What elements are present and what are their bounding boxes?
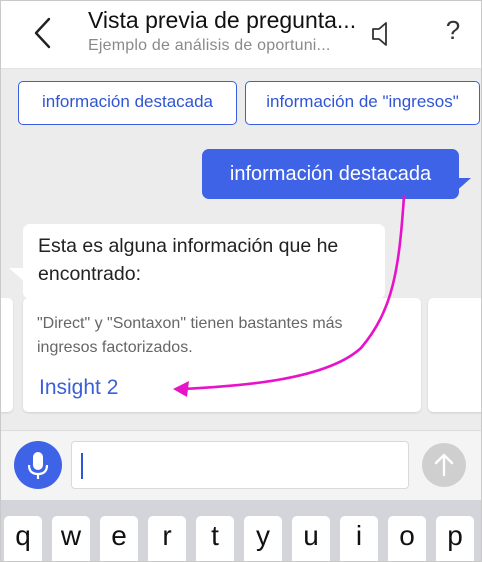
insight-card-previous[interactable] [1, 298, 13, 412]
key-i[interactable]: i [340, 516, 378, 561]
app-window: Vista previa de pregunta... Ejemplo de a… [0, 0, 482, 562]
key-p[interactable]: p [436, 516, 474, 561]
speaker-icon [372, 22, 387, 46]
header-bar: Vista previa de pregunta... Ejemplo de a… [1, 1, 481, 69]
question-input[interactable] [71, 441, 409, 489]
on-screen-keyboard: q w e r t y u i o p [1, 500, 481, 561]
send-button[interactable] [422, 443, 466, 487]
user-message: información destacada [202, 149, 459, 199]
chevron-left-icon [34, 17, 51, 49]
user-message-tail [453, 178, 471, 194]
bot-message-tail [9, 268, 27, 284]
page-title: Vista previa de pregunta... [88, 7, 357, 33]
insight-text: "Direct" y "Sontaxon" tienen bastantes m… [37, 315, 343, 356]
arrow-up-icon [434, 453, 454, 477]
key-w[interactable]: w [52, 516, 90, 561]
key-q[interactable]: q [4, 516, 42, 561]
bot-message: Esta es alguna información que he encont… [23, 224, 385, 299]
insight-card-next[interactable] [428, 298, 481, 412]
microphone-button[interactable] [14, 441, 62, 489]
speaker-button[interactable] [369, 19, 395, 49]
suggestion-chip-ingresos[interactable]: información de "ingresos" [245, 81, 480, 125]
microphone-icon [27, 452, 49, 479]
page-subtitle: Ejemplo de análisis de oportuni... [88, 37, 331, 54]
input-bar [1, 430, 481, 500]
key-y[interactable]: y [244, 516, 282, 561]
chat-area: información destacada información de "in… [1, 70, 481, 430]
key-o[interactable]: o [388, 516, 426, 561]
help-button[interactable]: ? [441, 15, 465, 51]
key-e[interactable]: e [100, 516, 138, 561]
insight-link[interactable]: Insight 2 [39, 376, 118, 400]
key-u[interactable]: u [292, 516, 330, 561]
insight-card[interactable]: "Direct" y "Sontaxon" tienen bastantes m… [23, 298, 421, 412]
key-t[interactable]: t [196, 516, 234, 561]
back-button[interactable] [29, 15, 59, 51]
suggestion-chip-destacada[interactable]: información destacada [18, 81, 237, 125]
key-r[interactable]: r [148, 516, 186, 561]
text-caret [81, 453, 83, 479]
